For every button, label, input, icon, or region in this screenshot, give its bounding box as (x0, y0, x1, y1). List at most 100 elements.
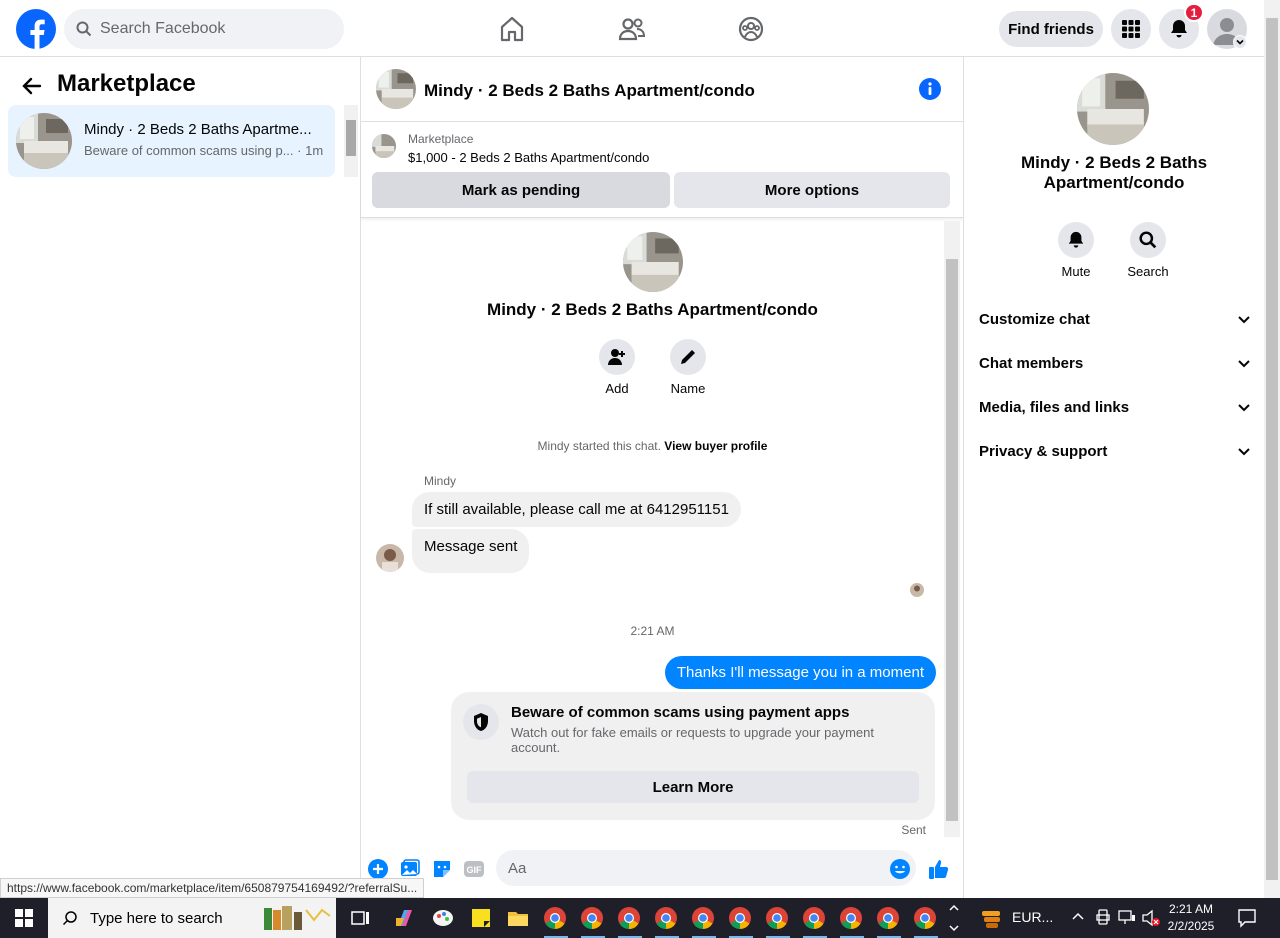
windows-taskbar: Type here to search EUR... 2:21 AM 2/2/2… (0, 898, 1280, 938)
sticky-notes-icon[interactable] (469, 906, 493, 930)
chrome-icon[interactable] (728, 906, 752, 930)
media-files-links-section[interactable]: Media, files and links (979, 389, 1251, 425)
message-timestamp: 2:21 AM (630, 624, 675, 638)
top-navigation-bar: Find friends 1 (0, 0, 1264, 57)
scam-warning-description: Watch out for fake emails or requests to… (511, 725, 874, 755)
groups-icon[interactable] (736, 14, 766, 44)
listing-thumbnail[interactable] (372, 134, 396, 158)
chrome-icon[interactable] (691, 906, 715, 930)
paint-icon[interactable] (431, 906, 455, 930)
customize-chat-section[interactable]: Customize chat (979, 301, 1251, 337)
page-title: Marketplace (57, 70, 196, 97)
chat-members-section[interactable]: Chat members (979, 345, 1251, 381)
notification-count-badge: 1 (1184, 3, 1204, 22)
search-input[interactable] (100, 20, 320, 38)
incoming-message[interactable]: If still available, please call me at 64… (412, 492, 741, 527)
chrome-icon[interactable] (839, 906, 863, 930)
home-icon[interactable] (497, 14, 527, 44)
chevron-down-icon (1237, 356, 1251, 370)
chevron-up-icon[interactable] (1071, 910, 1085, 924)
bell-icon (1067, 231, 1085, 249)
emoji-icon[interactable] (889, 858, 911, 880)
currency-widget-text[interactable]: EUR... (1012, 909, 1053, 925)
facebook-logo-icon[interactable] (16, 9, 56, 49)
chrome-icon[interactable] (876, 906, 900, 930)
sent-status: Sent (901, 823, 926, 837)
chat-details-title: Mindy · 2 Beds 2 Baths Apartment/condo (1020, 153, 1208, 192)
chevron-down-icon (1237, 444, 1251, 458)
chrome-icon[interactable] (617, 906, 641, 930)
conversation-list-item[interactable]: Mindy · 2 Beds 2 Baths Apartme... Beware… (8, 105, 335, 177)
back-arrow-icon[interactable] (20, 74, 44, 98)
more-options-button[interactable]: More options (674, 172, 950, 208)
chrome-icon[interactable] (580, 906, 604, 930)
chat-intro-avatar (623, 232, 683, 292)
chat-details-panel: Mindy · 2 Beds 2 Baths Apartment/condo M… (963, 57, 1264, 898)
chat-panel: Mindy · 2 Beds 2 Baths Apartment/condo M… (361, 57, 963, 898)
conversation-preview: Beware of common scams using p... · 1m (84, 143, 324, 158)
sticker-icon[interactable] (431, 858, 453, 880)
mute-button[interactable]: Mute (1046, 222, 1106, 279)
thumbs-up-icon[interactable] (928, 858, 950, 880)
chrome-icon[interactable] (913, 906, 937, 930)
device-icon[interactable] (1095, 909, 1111, 925)
clock-date: 2/2/2025 (1167, 919, 1215, 933)
find-friends-button[interactable]: Find friends (999, 11, 1103, 47)
taskbar-overflow-scroll[interactable] (946, 900, 962, 936)
name-chat-button[interactable]: Name (658, 339, 718, 396)
windows-start-icon[interactable] (0, 898, 48, 938)
network-icon[interactable] (1118, 909, 1136, 925)
search-box[interactable] (64, 9, 344, 49)
currency-widget-icon[interactable] (980, 907, 1002, 929)
taskbar-search-placeholder: Type here to search (90, 909, 223, 927)
chrome-icon[interactable] (654, 906, 678, 930)
page-scrollbar[interactable] (1264, 0, 1280, 898)
chat-scrollbar[interactable] (944, 221, 960, 837)
add-people-button[interactable]: Add (587, 339, 647, 396)
chat-avatar[interactable] (376, 69, 416, 109)
chrome-icon[interactable] (802, 906, 826, 930)
search-highlight-books-icon[interactable] (262, 906, 332, 930)
learn-more-button[interactable]: Learn More (467, 771, 919, 803)
outgoing-message[interactable]: Thanks I'll message you in a moment (664, 656, 936, 689)
mute-label: Mute (1061, 264, 1091, 279)
seen-receipt-avatar (910, 583, 924, 597)
taskbar-clock[interactable]: 2:21 AM 2/2/2025 (1160, 901, 1222, 935)
view-buyer-profile-link[interactable]: View buyer profile (664, 439, 767, 453)
listing-price-title[interactable]: $1,000 - 2 Beds 2 Baths Apartment/condo (408, 150, 649, 165)
listing-bar: Marketplace $1,000 - 2 Beds 2 Baths Apar… (361, 122, 963, 218)
search-in-chat-button[interactable]: Search (1118, 222, 1178, 279)
message-thread: Mindy · 2 Beds 2 Baths Apartment/condo A… (361, 218, 963, 838)
svg-text:GIF: GIF (467, 865, 483, 875)
plus-icon[interactable] (367, 858, 389, 880)
search-label: Search (1127, 264, 1169, 279)
name-label: Name (670, 381, 706, 396)
friends-icon[interactable] (617, 14, 647, 44)
chevron-down-icon[interactable] (1233, 35, 1247, 49)
info-icon[interactable] (918, 77, 942, 101)
notification-center-icon[interactable] (1236, 907, 1258, 929)
copilot-icon[interactable] (393, 906, 417, 930)
incoming-message[interactable]: Message sent (412, 529, 530, 573)
chrome-icon[interactable] (543, 906, 567, 930)
message-input[interactable] (496, 850, 916, 886)
sender-avatar[interactable] (376, 544, 404, 572)
search-icon (62, 910, 78, 926)
gif-icon[interactable]: GIF (463, 858, 485, 880)
chrome-icon[interactable] (765, 906, 789, 930)
menu-grid-button[interactable] (1111, 9, 1151, 49)
bell-icon (1169, 19, 1189, 39)
task-view-icon[interactable] (349, 906, 373, 930)
chat-title[interactable]: Mindy · 2 Beds 2 Baths Apartment/condo (424, 81, 755, 101)
photo-icon[interactable] (399, 858, 421, 880)
volume-muted-icon[interactable] (1141, 909, 1161, 927)
search-icon (1139, 231, 1157, 249)
mark-as-pending-button[interactable]: Mark as pending (372, 172, 670, 208)
add-person-icon (607, 347, 627, 367)
chat-details-avatar[interactable] (1077, 73, 1149, 145)
search-icon (76, 21, 92, 37)
file-explorer-icon[interactable] (506, 906, 530, 930)
listing-category: Marketplace (408, 132, 474, 146)
list-scrollbar[interactable] (344, 105, 358, 177)
privacy-support-section[interactable]: Privacy & support (979, 433, 1251, 469)
